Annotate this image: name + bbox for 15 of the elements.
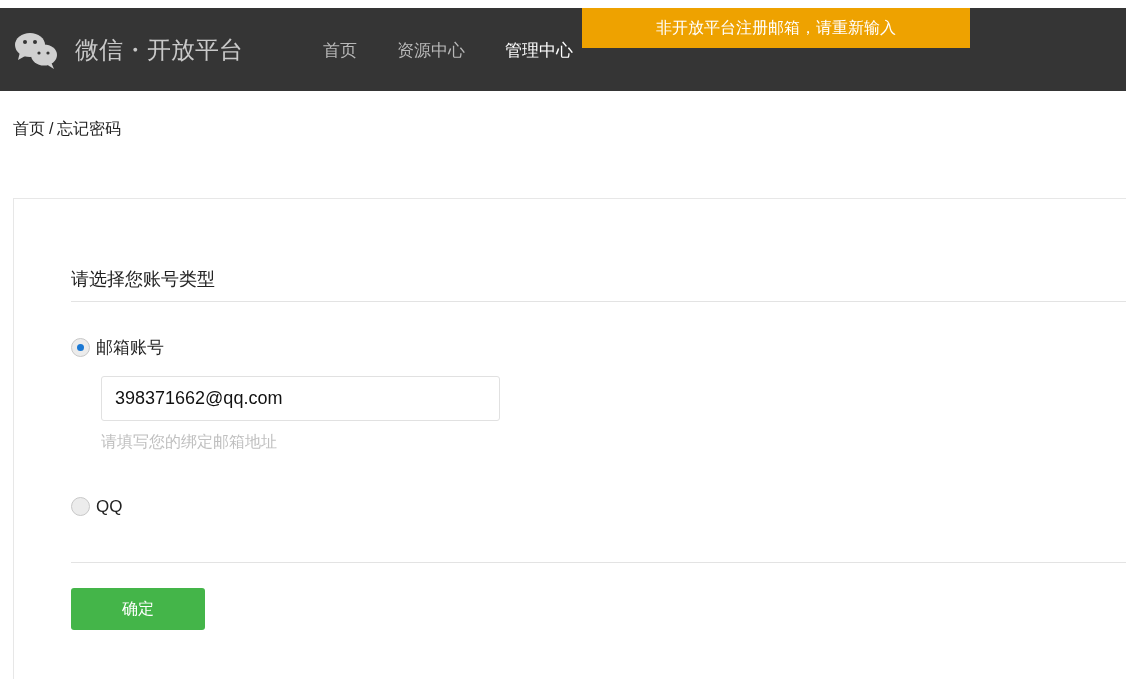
- hint-text: 请填写您的绑定邮箱地址: [101, 431, 278, 452]
- radio-button[interactable]: [71, 496, 90, 516]
- nav-link[interactable]: 资源中心: [397, 37, 465, 64]
- breadcrumb-link[interactable]: 首页: [13, 117, 45, 141]
- breadcrumb-separator: /: [49, 119, 54, 139]
- email-field[interactable]: 398371662@qq.com: [101, 375, 500, 421]
- nav-link[interactable]: 管理中心: [505, 37, 573, 64]
- section-heading: 请选择您账号类型: [71, 269, 215, 289]
- radio-label: 邮箱账号: [96, 337, 164, 359]
- radio-button[interactable]: [71, 338, 90, 358]
- radio-label: QQ: [96, 495, 123, 518]
- warning-toast: 非开放平台注册邮箱，请重新输入: [582, 8, 970, 48]
- nav-link[interactable]: 首页: [323, 37, 357, 64]
- site-title: 微信・开放平台: [75, 34, 243, 65]
- breadcrumb-current: 忘记密码: [57, 119, 122, 139]
